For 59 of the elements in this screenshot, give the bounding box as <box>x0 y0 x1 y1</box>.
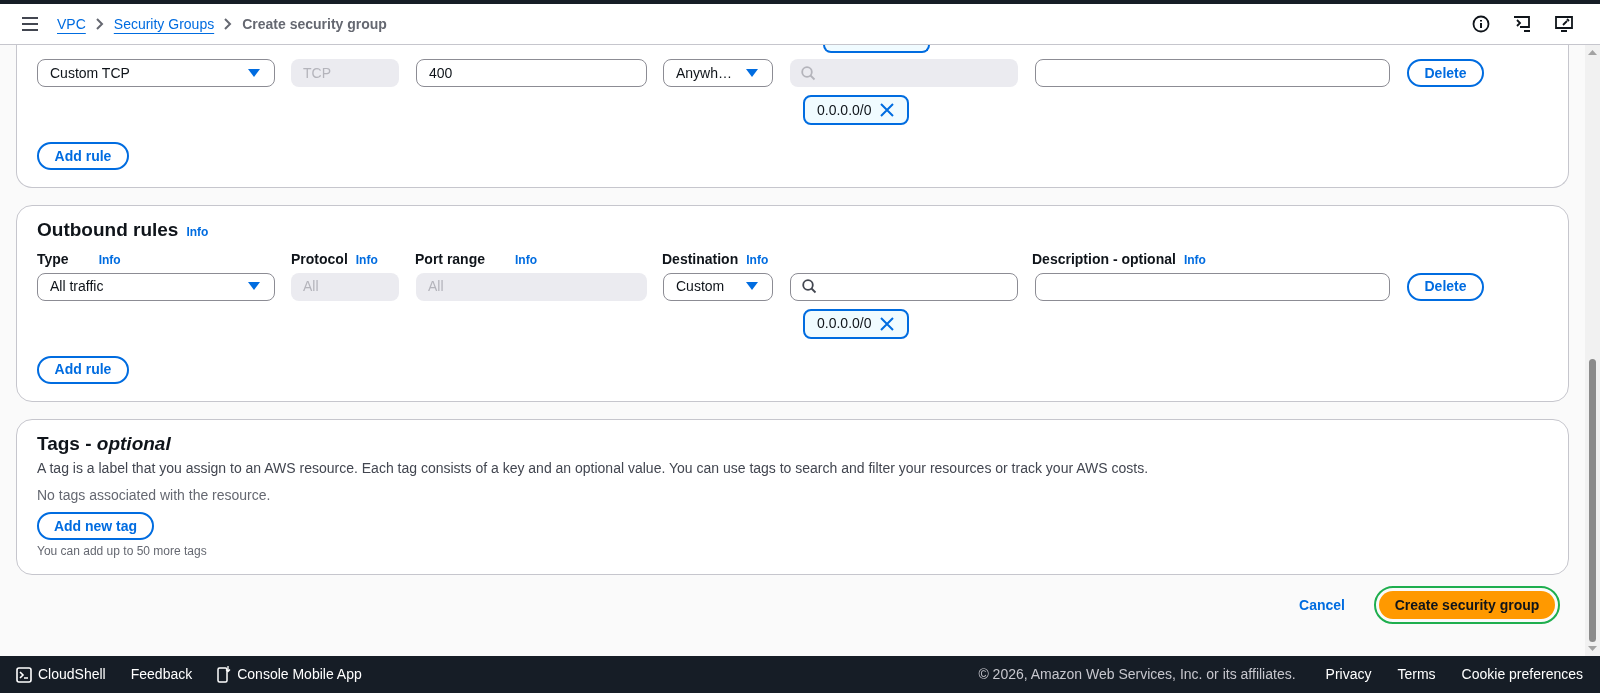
monitor-cursor-icon[interactable] <box>1512 15 1532 33</box>
footer-link[interactable]: Privacy <box>1325 664 1372 685</box>
info-link[interactable]: Info <box>98 251 121 269</box>
add-rule-button[interactable]: Add rule <box>37 142 129 170</box>
search-field[interactable] <box>790 272 1018 301</box>
footer-link[interactable]: CloudShell <box>16 664 106 685</box>
delete-button[interactable]: Delete <box>1407 59 1484 87</box>
chevron-right-icon <box>224 18 233 30</box>
breadcrumb-link[interactable]: VPC <box>57 13 86 35</box>
copyright-text: © 2026, Amazon Web Services, Inc. or its affiliates. <box>978 665 1296 684</box>
breadcrumb-link[interactable]: Security Groups <box>113 13 215 35</box>
info-link[interactable]: Info <box>515 251 537 269</box>
footer-link[interactable]: Feedback <box>130 664 193 685</box>
terminal-icon <box>16 666 32 683</box>
footer-link[interactable]: Console Mobile App <box>217 664 362 685</box>
info-icon[interactable] <box>1472 15 1490 33</box>
description-field[interactable] <box>1035 59 1390 87</box>
monitor-wrench-icon[interactable] <box>1554 15 1574 33</box>
caret-down-icon <box>746 68 758 78</box>
token-label: 0.0.0.0/0 <box>817 100 872 120</box>
info-link[interactable]: Info <box>746 251 769 269</box>
type-select[interactable]: All traffic <box>37 272 275 301</box>
token-label: 0.0.0.0/0 <box>817 314 872 333</box>
column-label: Destination <box>662 250 739 269</box>
close-icon[interactable] <box>879 103 894 117</box>
info-link[interactable]: Info <box>355 251 378 269</box>
search-icon <box>802 279 817 294</box>
breadcrumb-current: Create security group <box>242 14 387 34</box>
add-tag-button[interactable]: Add new tag <box>37 512 154 540</box>
menu-icon[interactable] <box>22 17 38 31</box>
close-icon[interactable] <box>879 316 894 331</box>
column-label: Description - optional <box>1032 250 1176 269</box>
chevron-right-icon <box>95 18 104 30</box>
caret-down-icon <box>248 282 260 291</box>
source-select[interactable]: Anywh… <box>663 59 773 87</box>
column-label: Protocol <box>291 250 348 269</box>
info-link[interactable]: Info <box>186 223 209 241</box>
cancel-link[interactable]: Cancel <box>1299 594 1345 616</box>
source-select[interactable]: Custom <box>663 272 773 301</box>
footer-link[interactable]: Cookie preferences <box>1461 664 1583 685</box>
type-select[interactable]: Custom TCP <box>37 59 275 87</box>
empty-state-text: No tags associated with the resource. <box>37 486 272 505</box>
hint-text: You can add up to 50 more tags <box>37 543 208 560</box>
caret-down-icon <box>248 68 260 78</box>
section-description: A tag is a label that you assign to an AWS resource. Each tag consists of a key and an optional value. You can use tags to search and filter your resources or track your AWS costs. <box>37 459 1150 478</box>
column-label: Type <box>37 250 69 269</box>
phone-download-icon <box>217 666 232 683</box>
port-range-field[interactable]: 400 <box>416 59 647 87</box>
section-title: Tags - optional <box>37 431 172 456</box>
add-rule-button[interactable]: Add rule <box>37 355 129 384</box>
caret-down-icon <box>746 282 758 291</box>
description-field[interactable] <box>1035 272 1390 301</box>
info-link[interactable]: Info <box>1183 251 1206 269</box>
delete-button[interactable]: Delete <box>1407 272 1484 301</box>
column-label: Port range <box>415 250 485 269</box>
scrollbar-thumb[interactable] <box>1589 359 1596 642</box>
footer-link[interactable]: Terms <box>1397 664 1436 685</box>
section-title: Outbound rules <box>37 218 179 242</box>
search-icon <box>801 65 816 81</box>
